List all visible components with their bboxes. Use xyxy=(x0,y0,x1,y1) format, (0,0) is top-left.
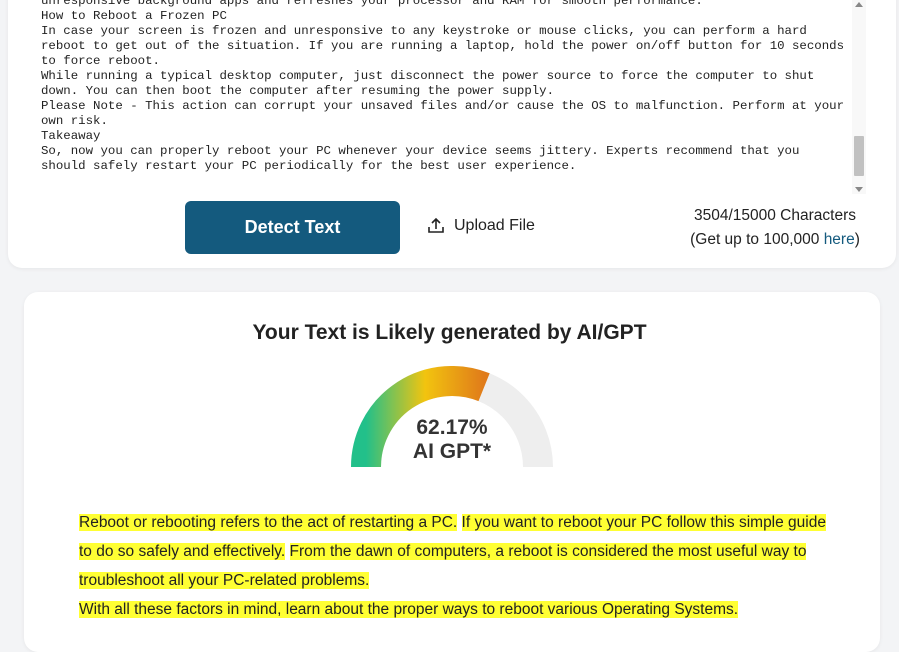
result-title: Your Text is Likely generated by AI/GPT xyxy=(252,321,647,344)
upload-icon xyxy=(428,217,444,233)
upgrade-prefix: (Get up to 100,000 xyxy=(690,231,824,248)
text-input-area[interactable]: unresponsive background apps and refresh… xyxy=(41,0,851,184)
scroll-down-arrow-icon[interactable] xyxy=(855,187,863,192)
highlighted-result-text: Reboot or rebooting refers to the act of… xyxy=(79,508,839,624)
scroll-up-arrow-icon[interactable] xyxy=(855,2,863,7)
ai-score-percent: 62.17% xyxy=(416,416,488,439)
upload-file-button[interactable]: Upload File xyxy=(426,212,535,240)
highlighted-sentence: With all these factors in mind, learn ab… xyxy=(79,601,739,618)
text-spacer xyxy=(285,543,289,560)
input-text-line: How to Reboot a Frozen PC xyxy=(41,9,227,23)
highlighted-sentence: Reboot or rebooting refers to the act of… xyxy=(79,514,458,531)
detect-text-button[interactable]: Detect Text xyxy=(185,201,400,254)
input-text-line: So, now you can properly reboot your PC … xyxy=(41,144,807,173)
scroll-thumb[interactable] xyxy=(854,136,864,176)
text-spacer xyxy=(457,514,461,531)
upload-file-label: Upload File xyxy=(454,217,535,234)
input-text-line: unresponsive background apps and refresh… xyxy=(41,0,703,8)
upgrade-here-link[interactable]: here xyxy=(824,231,855,248)
text-scrollbar[interactable] xyxy=(852,0,866,194)
input-text-line: While running a typical desktop computer… xyxy=(41,69,822,98)
upgrade-suffix: ) xyxy=(854,231,860,248)
character-count-text: 3504/15000 Characters xyxy=(693,207,856,224)
input-text-line: Please Note - This action can corrupt yo… xyxy=(41,99,851,128)
upgrade-limit-text: (Get up to 100,000 here) xyxy=(680,228,870,252)
input-text-line: Takeaway xyxy=(41,129,101,143)
character-counter: 3504/15000 Characters (Get up to 100,000… xyxy=(680,204,870,252)
input-text-line: In case your screen is frozen and unresp… xyxy=(41,24,851,68)
ai-score-label: AI GPT* xyxy=(412,440,492,463)
